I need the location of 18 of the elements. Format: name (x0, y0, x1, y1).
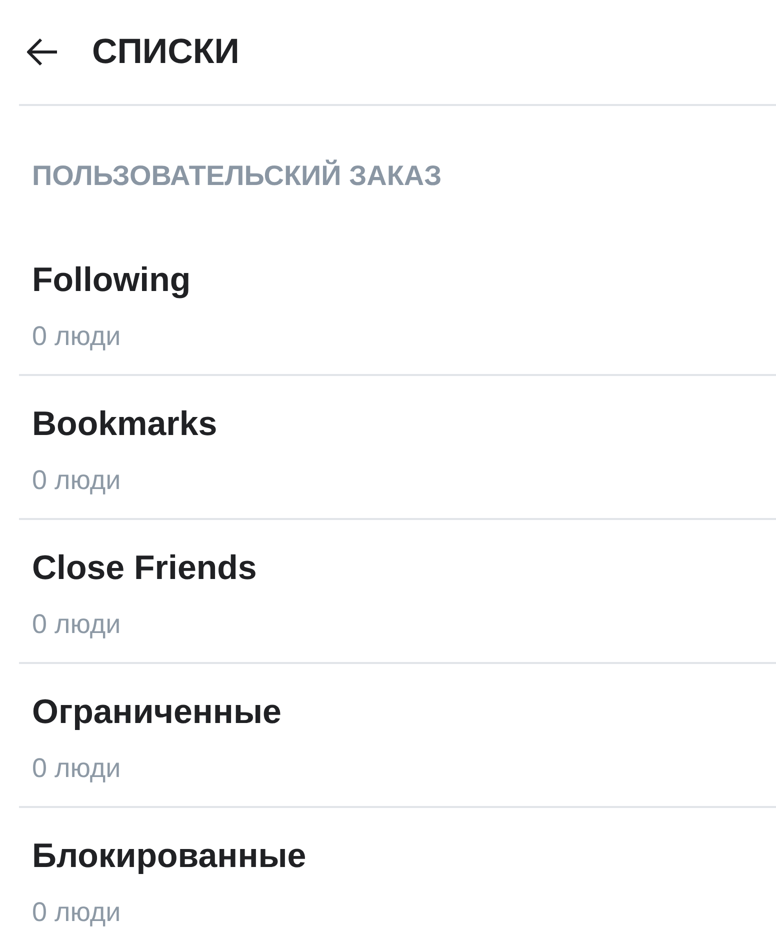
member-count: 0 люди (32, 896, 121, 928)
member-count: 0 люди (32, 752, 121, 784)
section-heading: ПОЛЬЗОВАТЕЛЬСКИЙ ЗАКАЗ (32, 159, 442, 193)
list-name: Блокированные (32, 836, 306, 876)
member-count: 0 люди (32, 320, 121, 352)
page-title: СПИСКИ (92, 32, 240, 72)
list-item[interactable]: Ограниченные 0 люди (19, 664, 776, 808)
list-name: Bookmarks (32, 404, 218, 444)
member-count: 0 люди (32, 608, 121, 640)
list-name: Close Friends (32, 548, 257, 588)
list-item[interactable]: Close Friends 0 люди (19, 520, 776, 664)
list-name: Following (32, 260, 191, 300)
list-item[interactable]: Блокированные 0 люди (19, 808, 776, 928)
list-name: Ограниченные (32, 692, 282, 732)
member-count: 0 люди (32, 464, 121, 496)
back-arrow-icon[interactable] (26, 37, 58, 67)
list-item[interactable]: Bookmarks 0 люди (19, 376, 776, 520)
list-item[interactable]: Following 0 люди (19, 232, 776, 376)
